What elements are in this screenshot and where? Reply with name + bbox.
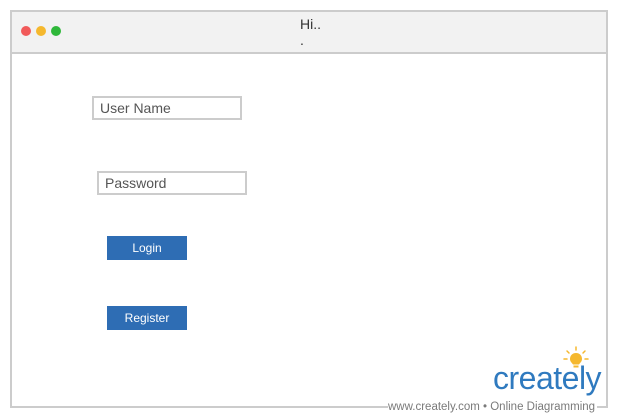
watermark-footer: www.creately.com • Online Diagramming — [388, 400, 598, 414]
username-input[interactable] — [92, 96, 242, 120]
window-title: Hi.. . — [300, 16, 321, 48]
maximize-dot-icon[interactable] — [51, 26, 61, 36]
register-button[interactable]: Register — [107, 306, 187, 330]
lightbulb-icon — [563, 346, 589, 368]
browser-window: Hi.. . Login Register — [10, 10, 608, 408]
minimize-dot-icon[interactable] — [36, 26, 46, 36]
login-button[interactable]: Login — [107, 236, 187, 260]
password-input[interactable] — [97, 171, 247, 195]
title-bar: Hi.. . — [12, 12, 606, 54]
close-dot-icon[interactable] — [21, 26, 31, 36]
